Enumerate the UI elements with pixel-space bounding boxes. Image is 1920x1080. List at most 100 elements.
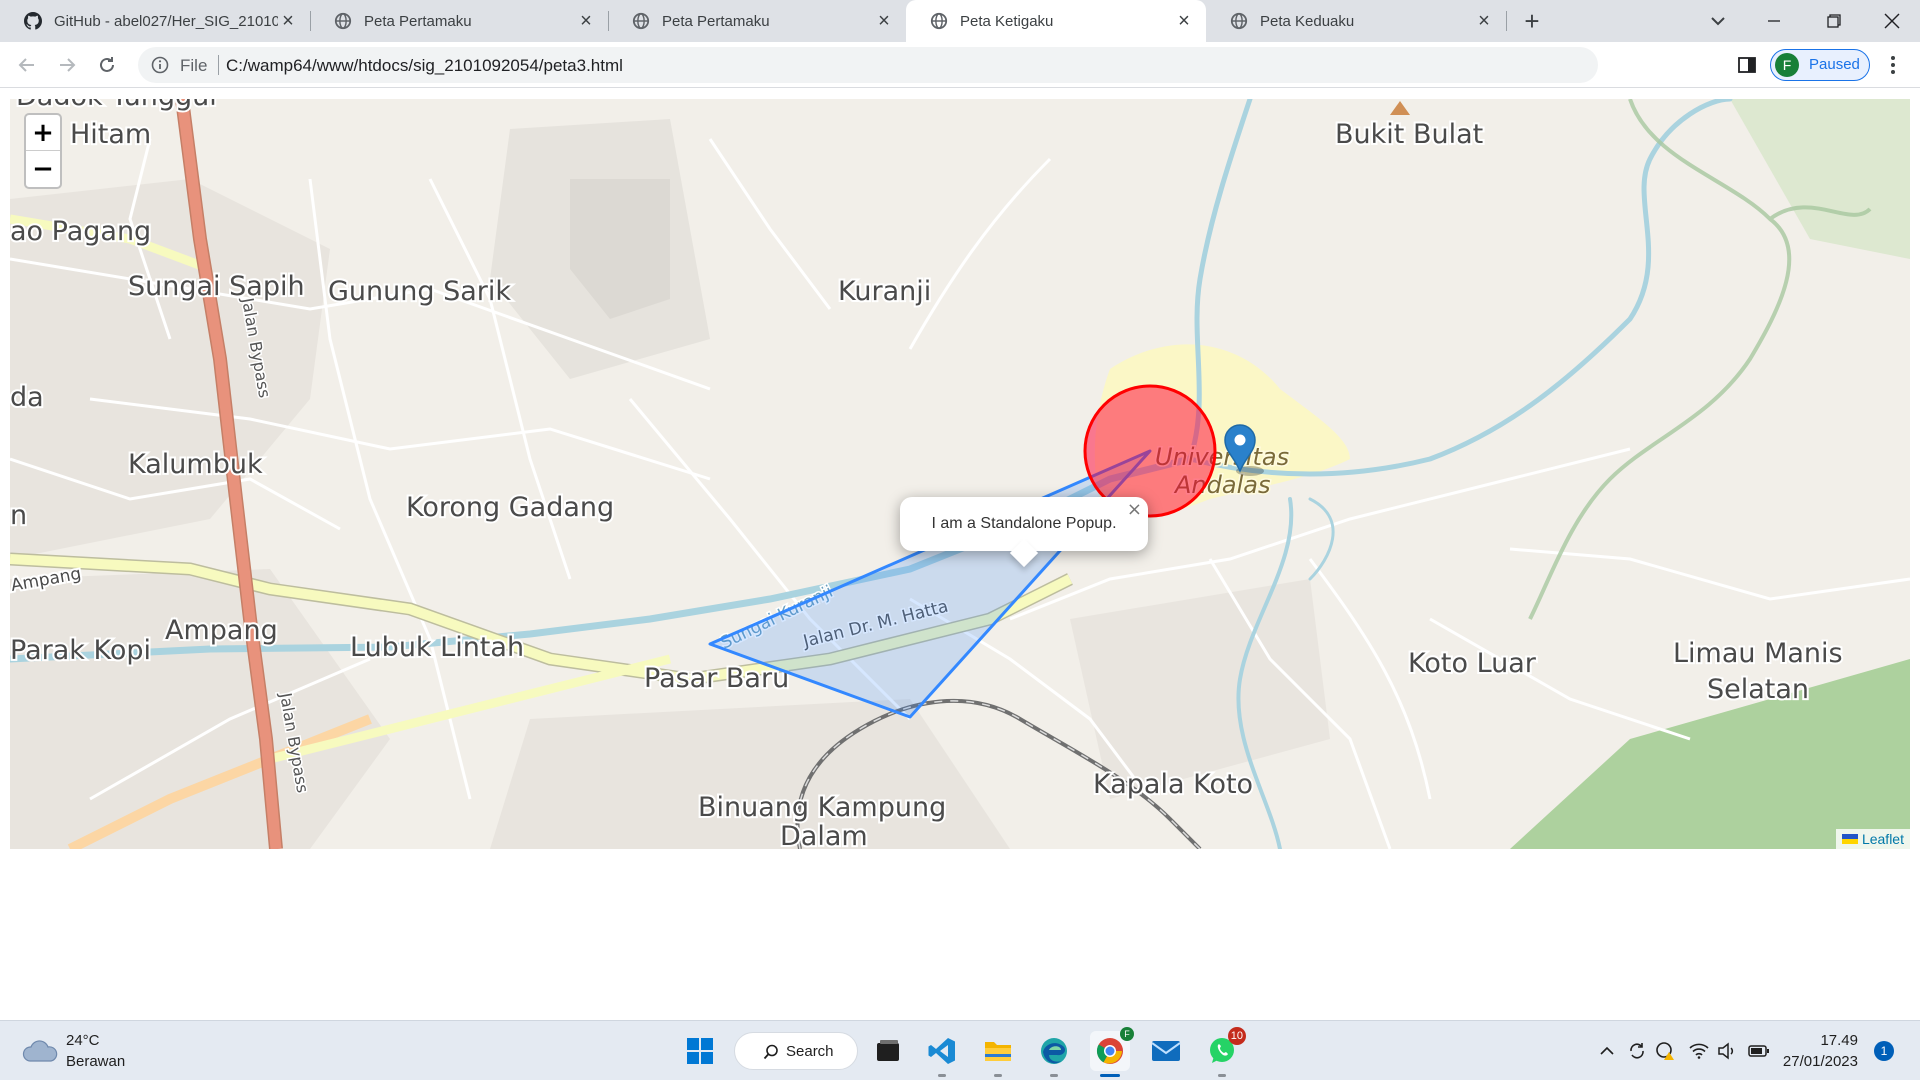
restore-button[interactable] <box>1806 0 1862 42</box>
place-label: Pasar Baru <box>644 663 789 694</box>
back-button[interactable] <box>12 50 42 80</box>
close-icon <box>1884 13 1900 29</box>
globe-icon <box>334 12 352 30</box>
zoom-control: + − <box>24 113 62 189</box>
file-explorer-app[interactable] <box>978 1031 1018 1077</box>
taskbar-search[interactable]: Search <box>734 1032 858 1070</box>
info-icon[interactable] <box>150 55 170 75</box>
tab-strip: GitHub - abel027/Her_SIG_21010 × Peta Pe… <box>0 0 1920 42</box>
tab-github[interactable]: GitHub - abel027/Her_SIG_21010 × <box>0 0 310 42</box>
profile-badge: F <box>1120 1027 1134 1041</box>
weather-temp: 24°C <box>66 1032 100 1049</box>
tab-peta-keduaku[interactable]: Peta Keduaku × <box>1206 0 1506 42</box>
scheme-label: File <box>180 56 208 75</box>
tab-peta-pertamaku-2[interactable]: Peta Pertamaku × <box>608 0 906 42</box>
place-label: Selatan <box>1707 674 1809 705</box>
wifi-tray[interactable] <box>1688 1040 1710 1062</box>
tab-title: Peta Pertamaku <box>662 12 770 30</box>
tab-title: Peta Keduaku <box>1260 12 1355 30</box>
globe-icon <box>632 12 650 30</box>
profile-button[interactable]: F Paused <box>1770 49 1870 81</box>
chrome-app[interactable]: F <box>1090 1027 1134 1077</box>
url-text[interactable]: C:/wamp64/www/htdocs/sig_2101092054/peta… <box>226 56 623 76</box>
peak-icon <box>1390 101 1410 115</box>
zoom-in-button[interactable]: + <box>26 115 60 151</box>
whatsapp-app[interactable]: 10 <box>1202 1027 1246 1077</box>
close-icon[interactable]: × <box>1174 10 1194 32</box>
urban-area <box>490 699 1010 849</box>
edge-app[interactable] <box>1034 1031 1074 1077</box>
chevron-up-icon <box>1600 1046 1614 1055</box>
clock-date: 27/01/2023 <box>1782 1053 1858 1070</box>
taskbar: 24°C Berawan Search F 10 17.49 27/01/202… <box>0 1020 1920 1080</box>
address-divider <box>218 55 219 75</box>
leaflet-map[interactable]: Dadok Tunggul Hitam ao Pagang Sungai Sap… <box>10 99 1910 849</box>
place-label: Kuranji <box>838 276 931 307</box>
battery-icon <box>1748 1045 1769 1057</box>
tab-search-button[interactable] <box>1690 0 1746 42</box>
place-label: Dadok Tunggul <box>16 99 217 112</box>
vscode-icon <box>928 1038 955 1064</box>
tab-peta-pertamaku-1[interactable]: Peta Pertamaku × <box>310 0 608 42</box>
sync-icon <box>1630 1043 1644 1059</box>
show-hidden-icons[interactable] <box>1596 1040 1618 1062</box>
place-label: Kalumbuk <box>128 449 263 480</box>
folder-icon <box>985 1042 1011 1061</box>
urban-area <box>1070 579 1330 799</box>
tab-peta-ketigaku[interactable]: Peta Ketigaku × <box>906 0 1206 42</box>
volume-tray[interactable] <box>1716 1040 1738 1062</box>
profile-status: Paused <box>1809 56 1860 73</box>
minimize-button[interactable] <box>1746 0 1802 42</box>
mail-app[interactable] <box>1146 1031 1186 1071</box>
address-bar[interactable]: File C:/wamp64/www/htdocs/sig_2101092054… <box>138 47 1845 83</box>
popup-text: I am a Standalone Popup. <box>931 515 1117 532</box>
notification-count[interactable]: 1 <box>1874 1041 1894 1061</box>
close-window-button[interactable] <box>1864 0 1920 42</box>
place-label: Dalam <box>780 821 868 849</box>
popup-close-button[interactable]: × <box>1127 499 1142 520</box>
place-label: Hitam <box>70 119 151 150</box>
clock-time: 17.49 <box>1820 1032 1858 1049</box>
place-label: Bukit Bulat <box>1335 119 1483 150</box>
attribution-link[interactable]: Leaflet <box>1862 831 1904 847</box>
sync-tray[interactable] <box>1626 1040 1648 1062</box>
map-attribution[interactable]: Leaflet <box>1835 829 1910 849</box>
task-view-icon <box>877 1040 899 1061</box>
arrow-right-icon <box>60 58 76 72</box>
vscode-app[interactable] <box>922 1031 962 1077</box>
close-icon[interactable]: × <box>278 10 298 32</box>
security-tray[interactable] <box>1654 1040 1676 1062</box>
tab-title: Peta Ketigaku <box>960 12 1054 30</box>
battery-tray[interactable] <box>1748 1040 1770 1062</box>
place-label: Koto Luar <box>1408 648 1537 679</box>
side-panel-icon <box>1738 57 1756 73</box>
close-icon[interactable]: × <box>874 10 894 32</box>
place-label: Limau Manis <box>1673 638 1843 669</box>
place-label: Kapala Koto <box>1093 769 1253 800</box>
tab-divider <box>1506 11 1507 31</box>
place-label: n <box>10 500 27 531</box>
menu-button[interactable] <box>1880 52 1906 78</box>
place-label: ao Pagang <box>10 216 151 247</box>
new-tab-button[interactable]: + <box>1518 6 1546 36</box>
forward-button[interactable] <box>52 50 82 80</box>
restore-icon <box>1827 14 1841 28</box>
more-vert-icon <box>1891 56 1895 74</box>
place-label: Sungai Sapih <box>128 271 305 302</box>
search-icon <box>763 1044 778 1060</box>
close-icon[interactable]: × <box>1474 10 1494 32</box>
reload-button[interactable] <box>92 50 122 80</box>
place-label: da <box>10 382 44 413</box>
warning-icon <box>1656 1042 1674 1060</box>
search-label: Search <box>786 1043 834 1060</box>
side-panel-button[interactable] <box>1734 52 1760 78</box>
zoom-out-button[interactable]: − <box>26 151 60 187</box>
start-button[interactable] <box>680 1031 720 1071</box>
place-label: Lubuk Lintah <box>350 632 524 663</box>
map-tiles[interactable]: Dadok Tunggul Hitam ao Pagang Sungai Sap… <box>10 99 1910 849</box>
task-view-button[interactable] <box>868 1031 908 1071</box>
close-icon[interactable]: × <box>576 10 596 32</box>
windows-icon <box>687 1038 713 1064</box>
browser-toolbar: File C:/wamp64/www/htdocs/sig_2101092054… <box>0 42 1920 88</box>
chevron-down-icon <box>1711 17 1725 26</box>
